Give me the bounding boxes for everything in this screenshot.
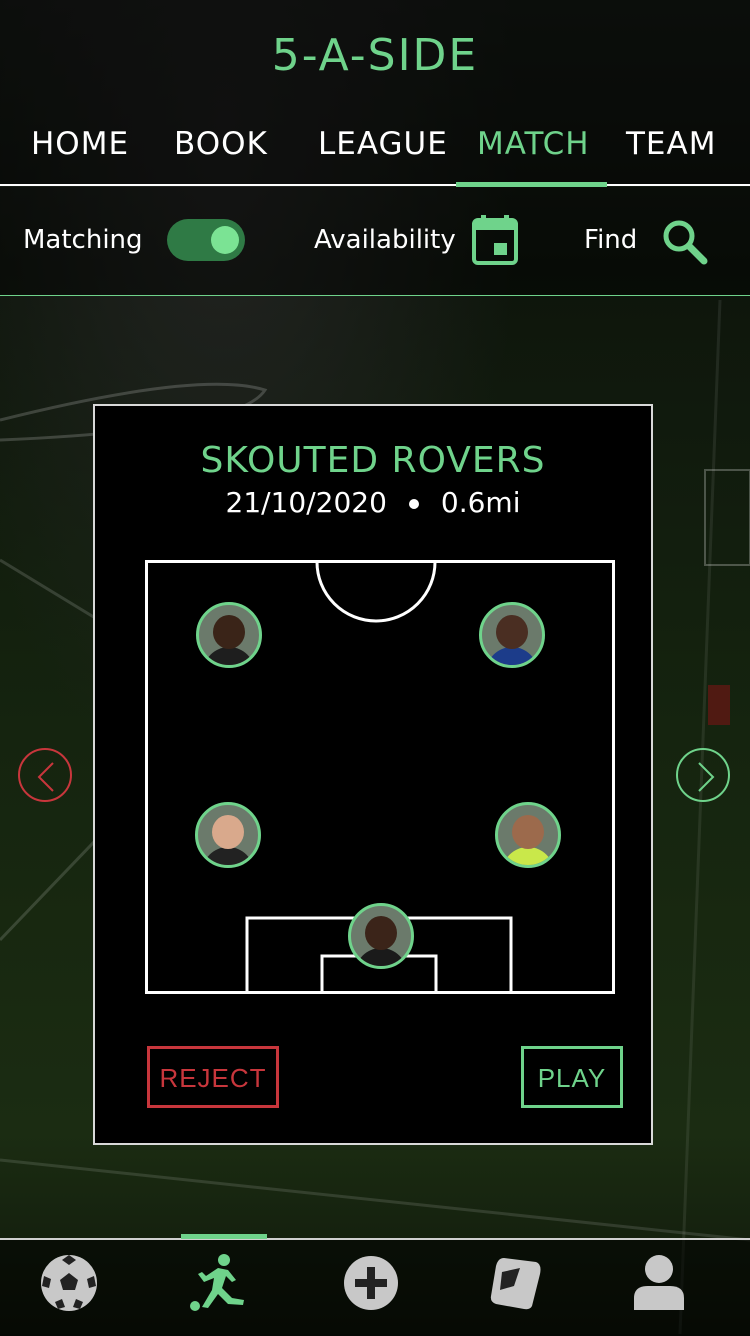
player-face <box>512 815 544 849</box>
matching-toggle[interactable] <box>167 219 245 261</box>
match-meta: 21/10/2020 0.6mi <box>95 486 651 519</box>
player-kit <box>203 647 255 665</box>
profile-icon[interactable] <box>628 1252 690 1314</box>
bottom-tab-bar <box>0 1238 750 1336</box>
player-avatar[interactable] <box>196 602 262 668</box>
nav-divider <box>0 184 750 186</box>
shin-pad-icon[interactable] <box>484 1252 546 1314</box>
tab-active-indicator <box>181 1234 267 1239</box>
player-kit <box>486 647 538 665</box>
calendar-icon[interactable] <box>472 215 518 265</box>
next-match-button[interactable] <box>676 748 730 802</box>
add-icon[interactable] <box>340 1252 402 1314</box>
player-kick-icon[interactable] <box>188 1252 250 1314</box>
match-date: 21/10/2020 <box>225 486 387 519</box>
nav-book[interactable]: BOOK <box>174 126 268 162</box>
chevron-left-icon <box>37 762 54 792</box>
find-label: Find <box>584 225 638 255</box>
chevron-right-icon <box>698 762 715 792</box>
nav-team[interactable]: TEAM <box>626 126 716 162</box>
team-name: SKOUTED ROVERS <box>200 440 546 481</box>
player-kit <box>355 948 407 966</box>
nav-home[interactable]: HOME <box>31 126 129 162</box>
player-face <box>365 916 397 950</box>
matching-label: Matching <box>23 225 143 255</box>
player-face <box>212 815 244 849</box>
player-kit <box>502 847 554 865</box>
app-header: 5-A-SIDE HOME BOOK LEAGUE MATCH TEAM <box>0 0 750 186</box>
player-avatar[interactable] <box>479 602 545 668</box>
search-icon[interactable] <box>660 217 708 265</box>
player-kit <box>202 847 254 865</box>
player-face <box>213 615 245 649</box>
separator-dot <box>408 499 419 509</box>
toggle-knob <box>211 226 239 254</box>
main-nav: HOME BOOK LEAGUE MATCH TEAM <box>0 120 750 184</box>
goalkeeper-avatar[interactable] <box>348 903 414 969</box>
player-face <box>496 615 528 649</box>
match-controls: Matching Availability Find <box>0 187 750 296</box>
app-title: 5-A-SIDE <box>271 30 479 81</box>
nav-match[interactable]: MATCH <box>477 126 590 162</box>
play-button[interactable]: PLAY <box>521 1046 623 1108</box>
football-icon[interactable] <box>38 1252 100 1314</box>
match-card: SKOUTED ROVERS 21/10/2020 0.6mi REJECT PL… <box>93 404 653 1145</box>
player-avatar[interactable] <box>195 802 261 868</box>
player-avatar[interactable] <box>495 802 561 868</box>
reject-button[interactable]: REJECT <box>147 1046 279 1108</box>
previous-match-button[interactable] <box>18 748 72 802</box>
nav-league[interactable]: LEAGUE <box>318 126 448 162</box>
match-distance: 0.6mi <box>440 486 521 519</box>
availability-label: Availability <box>314 225 456 255</box>
